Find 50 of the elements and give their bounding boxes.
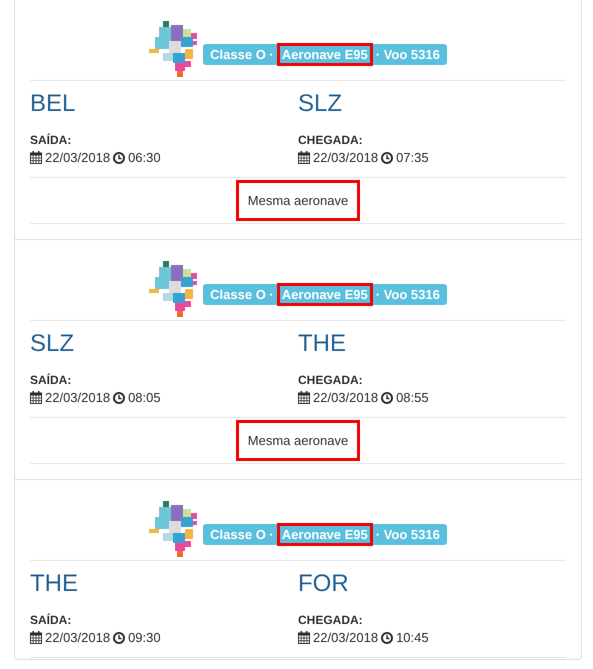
airport-code: THE: [30, 569, 78, 599]
airport-code: FOR: [298, 569, 349, 599]
calendar-icon: [298, 391, 310, 404]
clock-icon: [381, 632, 394, 644]
date-text: 22/03/2018: [45, 390, 110, 405]
highlighted-flight-info: Aeronave E95: [280, 526, 370, 542]
time-text: 10:45: [396, 630, 429, 645]
departure-label: SAÍDA:: [30, 373, 72, 387]
airport-code: SLZ: [30, 329, 74, 359]
clock-icon: [113, 632, 126, 644]
highlighted-flight-info: Aeronave E95: [280, 46, 370, 62]
clock-icon: [381, 152, 394, 164]
airport-code: THE: [298, 329, 346, 359]
time-text: 07:35: [396, 150, 429, 165]
departure-label: SAÍDA:: [30, 133, 72, 147]
clock-icon: [113, 152, 126, 164]
time-text: 09:30: [128, 630, 161, 645]
flight-info: · Voo 5316: [374, 46, 441, 62]
airport-code: SLZ: [298, 89, 342, 119]
arrival-label: CHEGADA:: [298, 133, 363, 147]
date-text: 22/03/2018: [313, 390, 378, 405]
airport-code: BEL: [30, 89, 76, 119]
time-text: 06:30: [128, 150, 161, 165]
logo-drawing: [149, 259, 200, 319]
clock-icon: [113, 392, 126, 404]
flight-info: Classe O ·: [209, 526, 275, 542]
date-text: 22/03/2018: [45, 150, 110, 165]
arrival-label: CHEGADA:: [298, 373, 363, 387]
calendar-icon: [30, 391, 42, 404]
connection-note: Mesma aeronave: [236, 180, 360, 221]
date-text: 22/03/2018: [313, 630, 378, 645]
connection-note: Mesma aeronave: [236, 420, 360, 461]
date-text: 22/03/2018: [45, 630, 110, 645]
calendar-icon: [298, 631, 310, 644]
highlighted-flight-info: Aeronave E95: [280, 286, 370, 302]
time-text: 08:05: [128, 390, 161, 405]
date-text: 22/03/2018: [313, 150, 378, 165]
logo-drawing: [149, 499, 200, 559]
calendar-icon: [298, 151, 310, 164]
flight-info: · Voo 5316: [374, 286, 441, 302]
clock-icon: [381, 392, 394, 404]
logo-drawing: [149, 19, 200, 79]
flight-info: Classe O ·: [209, 286, 275, 302]
flight-info: · Voo 5316: [374, 526, 441, 542]
calendar-icon: [30, 631, 42, 644]
calendar-icon: [30, 151, 42, 164]
flight-info: Classe O ·: [209, 46, 275, 62]
departure-label: SAÍDA:: [30, 613, 72, 627]
arrival-label: CHEGADA:: [298, 613, 363, 627]
time-text: 08:55: [396, 390, 429, 405]
